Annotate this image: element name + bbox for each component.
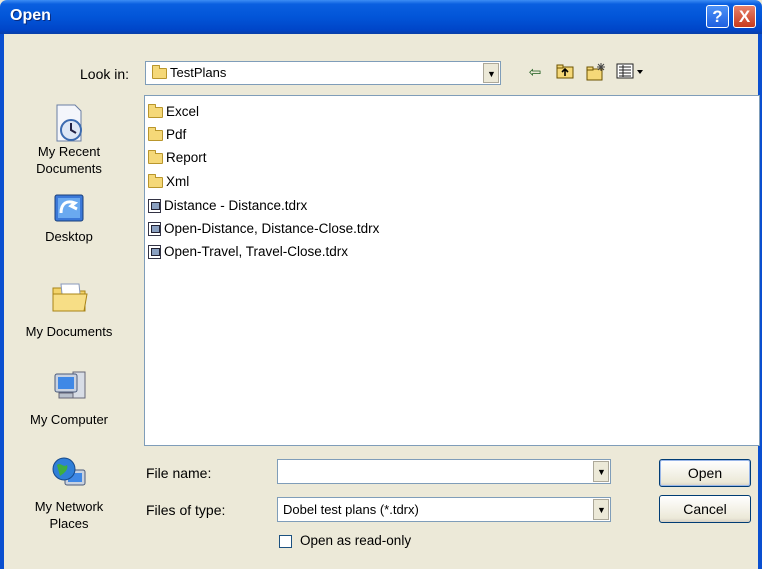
- list-item-folder[interactable]: Xml: [148, 173, 190, 189]
- file-type-label: Files of type:: [146, 502, 226, 518]
- chevron-down-icon[interactable]: [593, 461, 609, 482]
- place-label: Desktop: [45, 229, 93, 244]
- read-only-label: Open as read-only: [300, 533, 412, 548]
- document-icon: [148, 245, 161, 260]
- my-computer-icon: [51, 368, 87, 404]
- place-my-documents[interactable]: My Documents: [14, 280, 124, 339]
- chevron-down-icon[interactable]: [483, 63, 499, 83]
- list-item-folder[interactable]: Excel: [148, 103, 200, 119]
- place-desktop[interactable]: Desktop: [14, 191, 124, 244]
- up-folder-icon[interactable]: [555, 63, 575, 83]
- network-places-icon: [51, 456, 87, 492]
- document-icon: [148, 222, 161, 237]
- item-label: Pdf: [166, 127, 187, 142]
- file-list[interactable]: Excel Pdf Report Xml Distance - Distance…: [144, 95, 760, 446]
- item-label: Excel: [166, 104, 200, 119]
- item-label: Report: [166, 150, 207, 165]
- recent-documents-icon: [51, 103, 87, 142]
- place-label: My Recent Documents: [36, 144, 102, 176]
- file-type-value: Dobel test plans (*.tdrx): [283, 502, 419, 517]
- look-in-label: Look in:: [80, 66, 130, 82]
- place-recent-documents[interactable]: My Recent Documents: [14, 103, 124, 177]
- list-item-file[interactable]: Open-Distance, Distance-Close.tdrx: [148, 221, 380, 237]
- place-label: My Documents: [25, 324, 113, 339]
- folder-icon: [148, 126, 163, 141]
- close-button[interactable]: X: [733, 5, 756, 28]
- open-button[interactable]: Open: [659, 459, 751, 487]
- list-item-file[interactable]: Distance - Distance.tdrx: [148, 198, 308, 214]
- folder-icon: [152, 65, 167, 80]
- window-border-left: [0, 34, 4, 569]
- item-label: Xml: [166, 174, 190, 189]
- my-documents-icon: [51, 280, 88, 316]
- list-item-folder[interactable]: Report: [148, 149, 207, 165]
- look-in-dropdown[interactable]: TestPlans: [145, 61, 501, 85]
- item-label: Distance - Distance.tdrx: [164, 198, 308, 213]
- read-only-checkbox[interactable]: [279, 535, 292, 548]
- list-item-folder[interactable]: Pdf: [148, 126, 187, 142]
- desktop-icon: [51, 191, 87, 227]
- help-button[interactable]: ?: [706, 5, 729, 28]
- list-item-file[interactable]: Open-Travel, Travel-Close.tdrx: [148, 244, 349, 260]
- folder-icon: [148, 103, 163, 118]
- item-label: Open-Distance, Distance-Close.tdrx: [164, 221, 380, 236]
- folder-icon: [148, 149, 163, 164]
- item-label: Open-Travel, Travel-Close.tdrx: [164, 244, 349, 259]
- view-menu-icon[interactable]: [615, 63, 647, 83]
- title-bar: Open ? X: [0, 0, 762, 34]
- chevron-down-icon[interactable]: [593, 499, 609, 520]
- document-icon: [148, 199, 161, 214]
- new-folder-icon[interactable]: [586, 63, 606, 83]
- place-label: My Network Places: [34, 499, 104, 531]
- folder-icon: [148, 173, 163, 188]
- place-my-computer[interactable]: My Computer: [14, 368, 124, 427]
- back-icon[interactable]: ⇦: [525, 63, 545, 83]
- cancel-button[interactable]: Cancel: [659, 495, 751, 523]
- file-name-label: File name:: [146, 465, 212, 481]
- place-label: My Computer: [29, 412, 109, 427]
- look-in-value: TestPlans: [170, 65, 227, 80]
- window-title: Open: [10, 7, 51, 24]
- file-type-dropdown[interactable]: Dobel test plans (*.tdrx): [277, 497, 611, 522]
- file-name-input[interactable]: [277, 459, 611, 484]
- place-network[interactable]: My Network Places: [14, 456, 124, 532]
